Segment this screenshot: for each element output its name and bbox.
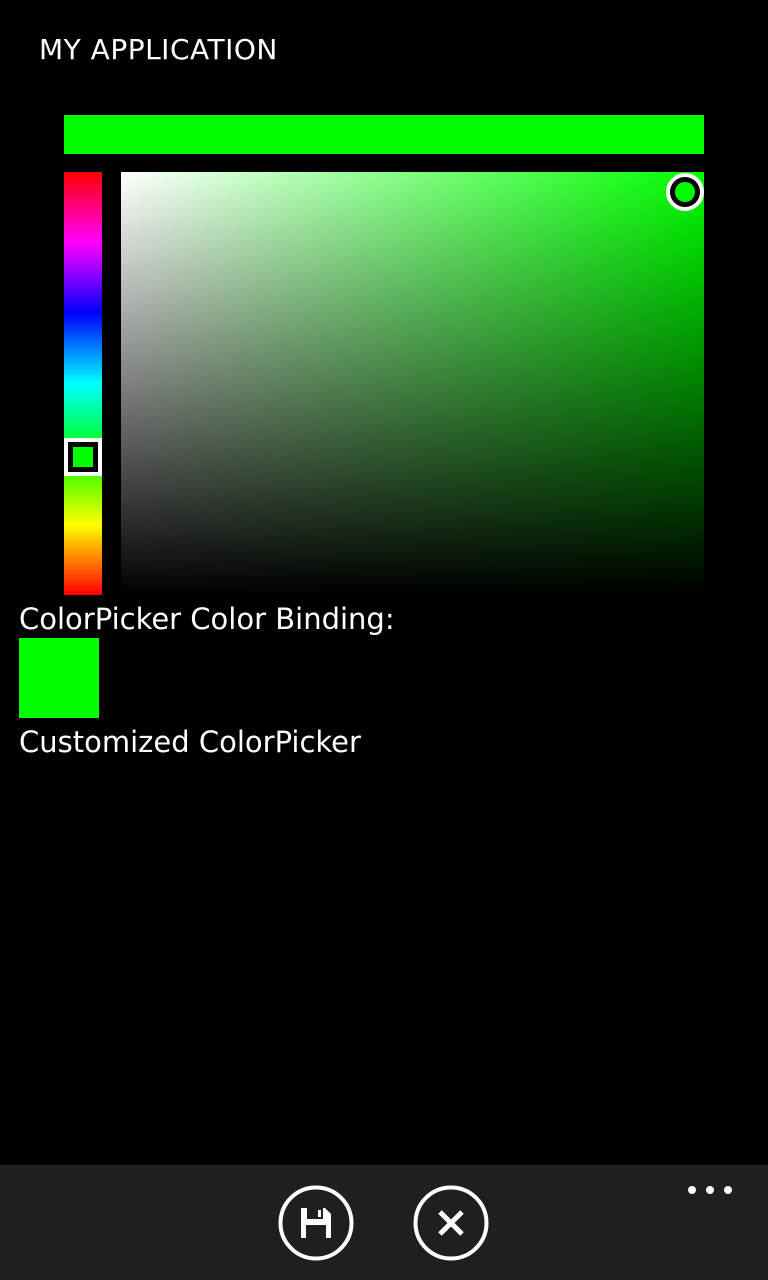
sv-thumb-fill [675, 182, 695, 202]
save-button[interactable] [278, 1185, 354, 1261]
ellipsis-icon-dot [688, 1186, 696, 1194]
hue-slider-thumb[interactable] [64, 438, 102, 476]
color-binding-swatch [19, 638, 99, 718]
color-binding-label: ColorPicker Color Binding: [19, 602, 395, 636]
hue-slider[interactable] [64, 172, 102, 595]
saturation-value-area[interactable] [121, 172, 704, 595]
more-options-button[interactable] [682, 1176, 738, 1204]
application-bar [0, 1165, 768, 1280]
hue-thumb-fill [73, 447, 93, 467]
cancel-button[interactable] [413, 1185, 489, 1261]
app-title: MY APPLICATION [39, 33, 278, 66]
save-icon [278, 1185, 354, 1261]
saturation-value-thumb[interactable] [666, 173, 704, 211]
color-preview-bar [64, 115, 704, 154]
close-icon [413, 1185, 489, 1261]
ellipsis-icon-dot [706, 1186, 714, 1194]
ellipsis-icon-dot [724, 1186, 732, 1194]
customized-colorpicker-label: Customized ColorPicker [19, 725, 361, 759]
